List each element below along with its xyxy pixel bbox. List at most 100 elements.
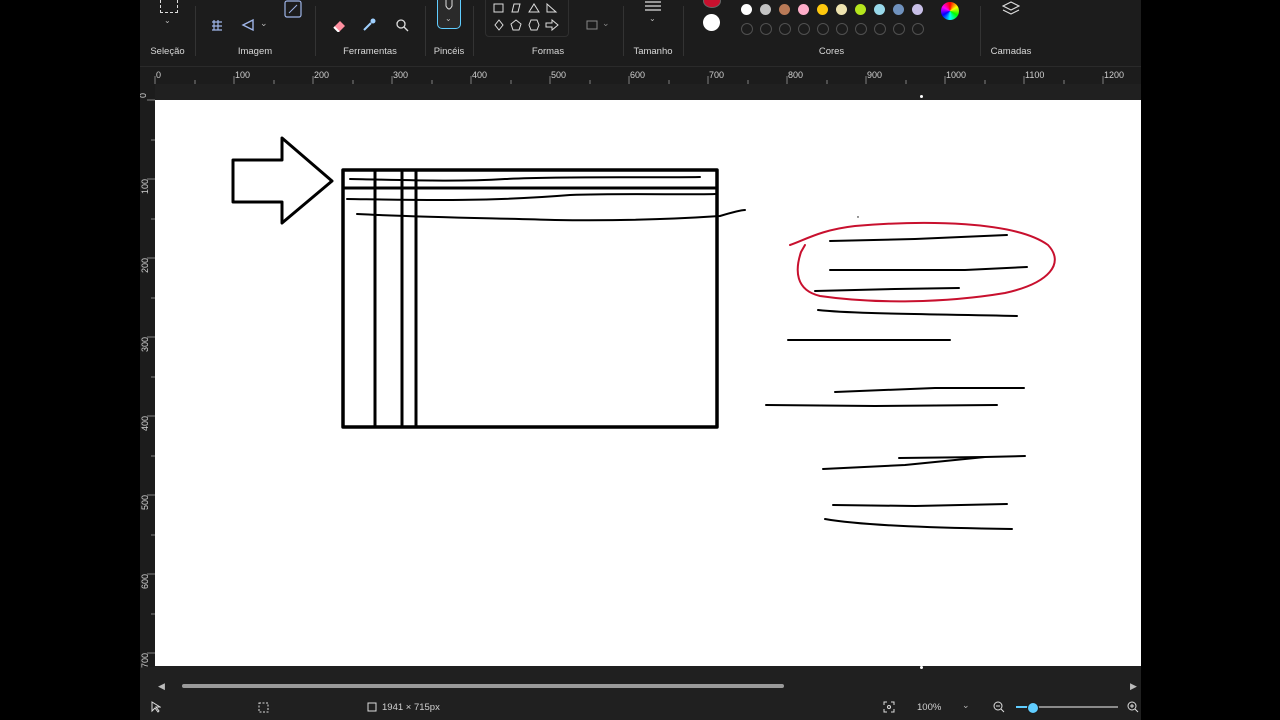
- custom-color-slot[interactable]: [760, 23, 772, 35]
- ruler-label: 1100: [1025, 70, 1045, 80]
- ruler-label: 500: [140, 494, 150, 510]
- ruler-label: 300: [393, 70, 409, 80]
- drawn-list-line: [832, 503, 1008, 507]
- horizontal-ruler: 0 100 200 300 400 500 600 700 800 900 10…: [140, 67, 1141, 85]
- ruler-label: 200: [314, 70, 330, 80]
- custom-color-slot[interactable]: [741, 23, 753, 35]
- drawn-list-line: [817, 309, 1018, 317]
- scroll-right-icon[interactable]: ▶: [1130, 681, 1137, 692]
- ruler-label: 400: [472, 70, 488, 80]
- palette-color-lavender[interactable]: [912, 4, 923, 15]
- custom-color-slot[interactable]: [817, 23, 829, 35]
- palette-color-steel-blue[interactable]: [893, 4, 904, 15]
- custom-color-slot[interactable]: [855, 23, 867, 35]
- horizontal-scrollbar[interactable]: ◀ ▶: [140, 678, 1141, 694]
- custom-color-slot[interactable]: [798, 23, 810, 35]
- drawn-list-line: [834, 387, 1025, 393]
- chevron-down-icon[interactable]: ⌄: [649, 14, 656, 23]
- drawn-list-line: [824, 518, 1013, 530]
- canvas-size-text: 1941 × 715px: [382, 702, 440, 713]
- drawing-canvas[interactable]: [155, 100, 1141, 666]
- custom-color-slot[interactable]: [874, 23, 886, 35]
- secondary-color-swatch[interactable]: [703, 14, 720, 31]
- ruler-label: 400: [140, 415, 150, 431]
- arrow-shape-icon: [545, 18, 559, 32]
- size-group: ⌄ Tamanho: [623, 0, 683, 66]
- freeform-shape-icon: [511, 3, 521, 13]
- zoom-in-icon[interactable]: [1127, 701, 1139, 713]
- custom-color-slot[interactable]: [779, 23, 791, 35]
- tools-group: Ferramentas: [315, 0, 425, 66]
- palette-color-gold[interactable]: [817, 4, 828, 15]
- resize-icon[interactable]: [284, 0, 302, 18]
- ruler-label: 900: [867, 70, 883, 80]
- shape-fill-icon[interactable]: [586, 19, 600, 31]
- zoom-out-icon[interactable]: [993, 701, 1005, 713]
- rectangle-shape-icon: [493, 3, 504, 13]
- selection-rectangle-icon[interactable]: [160, 0, 178, 13]
- shapes-gallery: [485, 0, 569, 37]
- cursor-position-icon: [151, 701, 161, 713]
- selection-group[interactable]: ⌄ Seleção: [140, 0, 195, 66]
- color-picker-icon[interactable]: [362, 18, 376, 32]
- ruler-label: 1000: [946, 70, 967, 80]
- chevron-down-icon: ⌄: [445, 14, 452, 23]
- scroll-left-icon[interactable]: ◀: [158, 681, 165, 692]
- ribbon-toolbar: ⌄ Seleção ⌄ Imagem Ferramentas ⌄ Pincéis…: [140, 0, 1141, 67]
- selection-size-icon: [258, 702, 269, 713]
- eraser-icon[interactable]: [331, 18, 347, 32]
- ruler-label: 0: [156, 70, 162, 80]
- chevron-down-icon: ⌄: [962, 700, 970, 710]
- ruler-label: 500: [551, 70, 567, 80]
- palette-color-white[interactable]: [741, 4, 752, 15]
- custom-color-slot[interactable]: [836, 23, 848, 35]
- ruler-label: 200: [140, 257, 150, 273]
- crop-icon[interactable]: [210, 18, 224, 32]
- group-label-pinceis: Pincéis: [433, 46, 465, 57]
- chevron-down-icon[interactable]: ⌄: [602, 18, 610, 29]
- resize-handle-top[interactable]: [920, 95, 923, 98]
- edit-colors-icon[interactable]: [941, 2, 959, 20]
- image-group: ⌄ Imagem: [195, 0, 315, 66]
- chevron-down-icon[interactable]: ⌄: [164, 16, 171, 25]
- layers-group: Camadas: [980, 0, 1042, 66]
- drawn-list-line: [829, 266, 1028, 271]
- layers-icon[interactable]: [1002, 0, 1020, 18]
- palette-color-lime[interactable]: [855, 4, 866, 15]
- paint-app-window: ⌄ Seleção ⌄ Imagem Ferramentas ⌄ Pincéis…: [140, 0, 1141, 720]
- primary-color-swatch[interactable]: [703, 0, 721, 8]
- palette-color-light-blue[interactable]: [874, 4, 885, 15]
- palette-color-brown[interactable]: [779, 4, 790, 15]
- group-label-camadas: Camadas: [990, 46, 1032, 57]
- zoom-select[interactable]: 100% ⌄: [907, 697, 973, 717]
- canvas-area[interactable]: [155, 84, 1141, 667]
- brush-button[interactable]: ⌄: [437, 0, 461, 29]
- zoom-slider-thumb[interactable]: [1027, 702, 1039, 714]
- resize-handle-bottom[interactable]: [920, 666, 923, 669]
- drawn-dot: [857, 216, 859, 218]
- group-label-selecao: Seleção: [150, 46, 185, 57]
- status-bar: 1941 × 715px 100% ⌄: [140, 695, 1141, 720]
- drawn-list-line: [814, 287, 960, 292]
- ruler-label: 800: [788, 70, 804, 80]
- scrollbar-thumb[interactable]: [182, 684, 784, 688]
- fit-to-window-icon[interactable]: [883, 701, 895, 713]
- ruler-label: 100: [235, 70, 251, 80]
- colors-group: Cores: [683, 0, 980, 66]
- hexagon-shape-icon: [528, 19, 540, 31]
- shapes-group: ⌄ Formas: [473, 0, 623, 66]
- rotate-icon[interactable]: [241, 18, 255, 32]
- palette-color-pink[interactable]: [798, 4, 809, 15]
- canvas-size-icon: [367, 702, 377, 712]
- palette-color-gray[interactable]: [760, 4, 771, 15]
- palette-color-cream[interactable]: [836, 4, 847, 15]
- group-label-formas: Formas: [531, 46, 565, 57]
- custom-color-slot[interactable]: [893, 23, 905, 35]
- magnifier-icon[interactable]: [395, 18, 409, 32]
- chevron-down-icon[interactable]: ⌄: [260, 18, 268, 29]
- drawn-list-line: [898, 456, 986, 459]
- custom-color-slot[interactable]: [912, 23, 924, 35]
- stroke-size-icon[interactable]: [644, 0, 662, 12]
- ruler-label: 100: [140, 178, 150, 194]
- drawn-window-frame: [341, 168, 719, 429]
